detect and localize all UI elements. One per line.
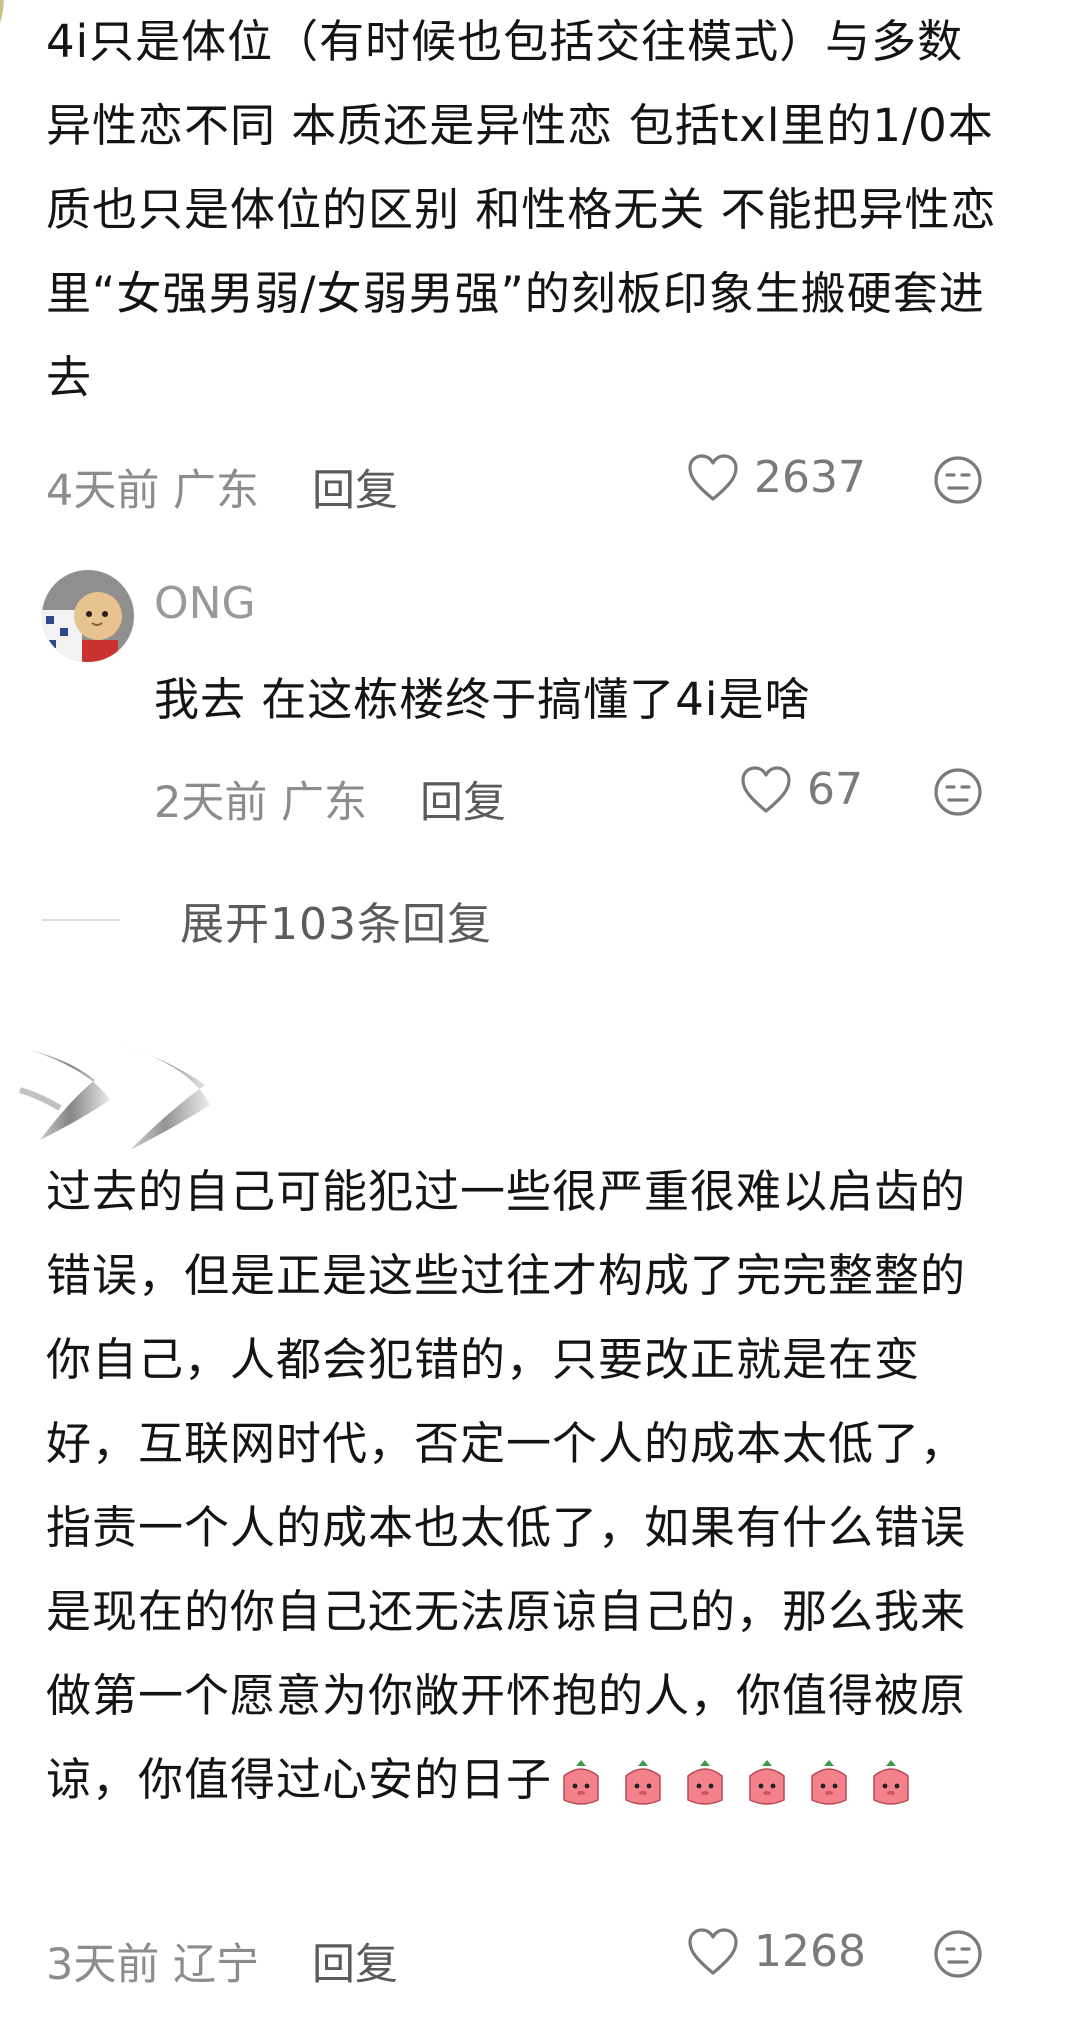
reply-reply-button[interactable]: 回复	[420, 768, 506, 830]
reply-like-button[interactable]: 67	[739, 764, 863, 815]
meh-face-icon[interactable]	[932, 454, 984, 506]
avatar[interactable]	[42, 570, 134, 662]
reply-like-count: 67	[807, 764, 863, 815]
comment-3-like-button[interactable]: 1268	[686, 1926, 866, 1977]
heart-outline-icon	[688, 1927, 738, 1975]
peach-sticker-icon	[625, 1760, 661, 1805]
comment-3-time: 3天前 辽宁	[46, 1940, 260, 1990]
comment-1-reply-button[interactable]: 回复	[312, 456, 398, 518]
comment-3-meta: 3天前 辽宁 回复 1268	[46, 1926, 1006, 1992]
reply-meta: 2天前 广东 回复 67	[154, 764, 1006, 830]
reply-text: 我去 在这栋楼终于搞懂了4i是啥	[154, 673, 811, 726]
reply-username[interactable]: ONG	[154, 578, 256, 629]
comment-3-reply-button[interactable]: 回复	[312, 1930, 398, 1992]
meh-face-icon[interactable]	[932, 766, 984, 818]
avatar-image	[42, 570, 134, 662]
comment-3-body: 过去的自己可能犯过一些很严重很难以启齿的错误，但是正是这些过往才构成了完完整整的…	[46, 1165, 967, 1806]
peach-sticker-icon	[563, 1760, 599, 1805]
peach-sticker-icon	[811, 1760, 847, 1805]
divider-line	[42, 919, 120, 921]
comment-3-text: 过去的自己可能犯过一些很严重很难以启齿的错误，但是正是这些过往才构成了完完整整的…	[46, 1150, 1006, 1822]
reply-time: 2天前 广东	[154, 778, 368, 828]
comment-1-like-count: 2637	[754, 452, 866, 503]
expand-replies-label: 展开103条回复	[180, 899, 492, 950]
peach-sticker-icon	[749, 1760, 785, 1805]
comment-1-text: 4i只是体位（有时候也包括交往模式）与多数异性恋不同 本质还是异性恋 包括txl…	[46, 15, 997, 404]
comment-1-like-button[interactable]: 2637	[686, 452, 866, 503]
heart-outline-icon	[688, 453, 738, 501]
avatar[interactable]	[0, 1030, 240, 1170]
comment-1-time: 4天前 广东	[46, 466, 260, 516]
comment-1-meta: 4天前 广东 回复 2637	[46, 452, 1006, 518]
sticker-row	[552, 1754, 920, 1812]
peach-sticker-icon	[687, 1760, 723, 1805]
comment-3-like-count: 1268	[754, 1926, 866, 1977]
meh-face-icon[interactable]	[932, 1928, 984, 1980]
heart-outline-icon	[741, 765, 791, 813]
peach-sticker-icon	[873, 1760, 909, 1805]
avatar-edge-fragment	[0, 0, 4, 23]
expand-replies-button[interactable]: 展开103条回复	[42, 888, 492, 952]
